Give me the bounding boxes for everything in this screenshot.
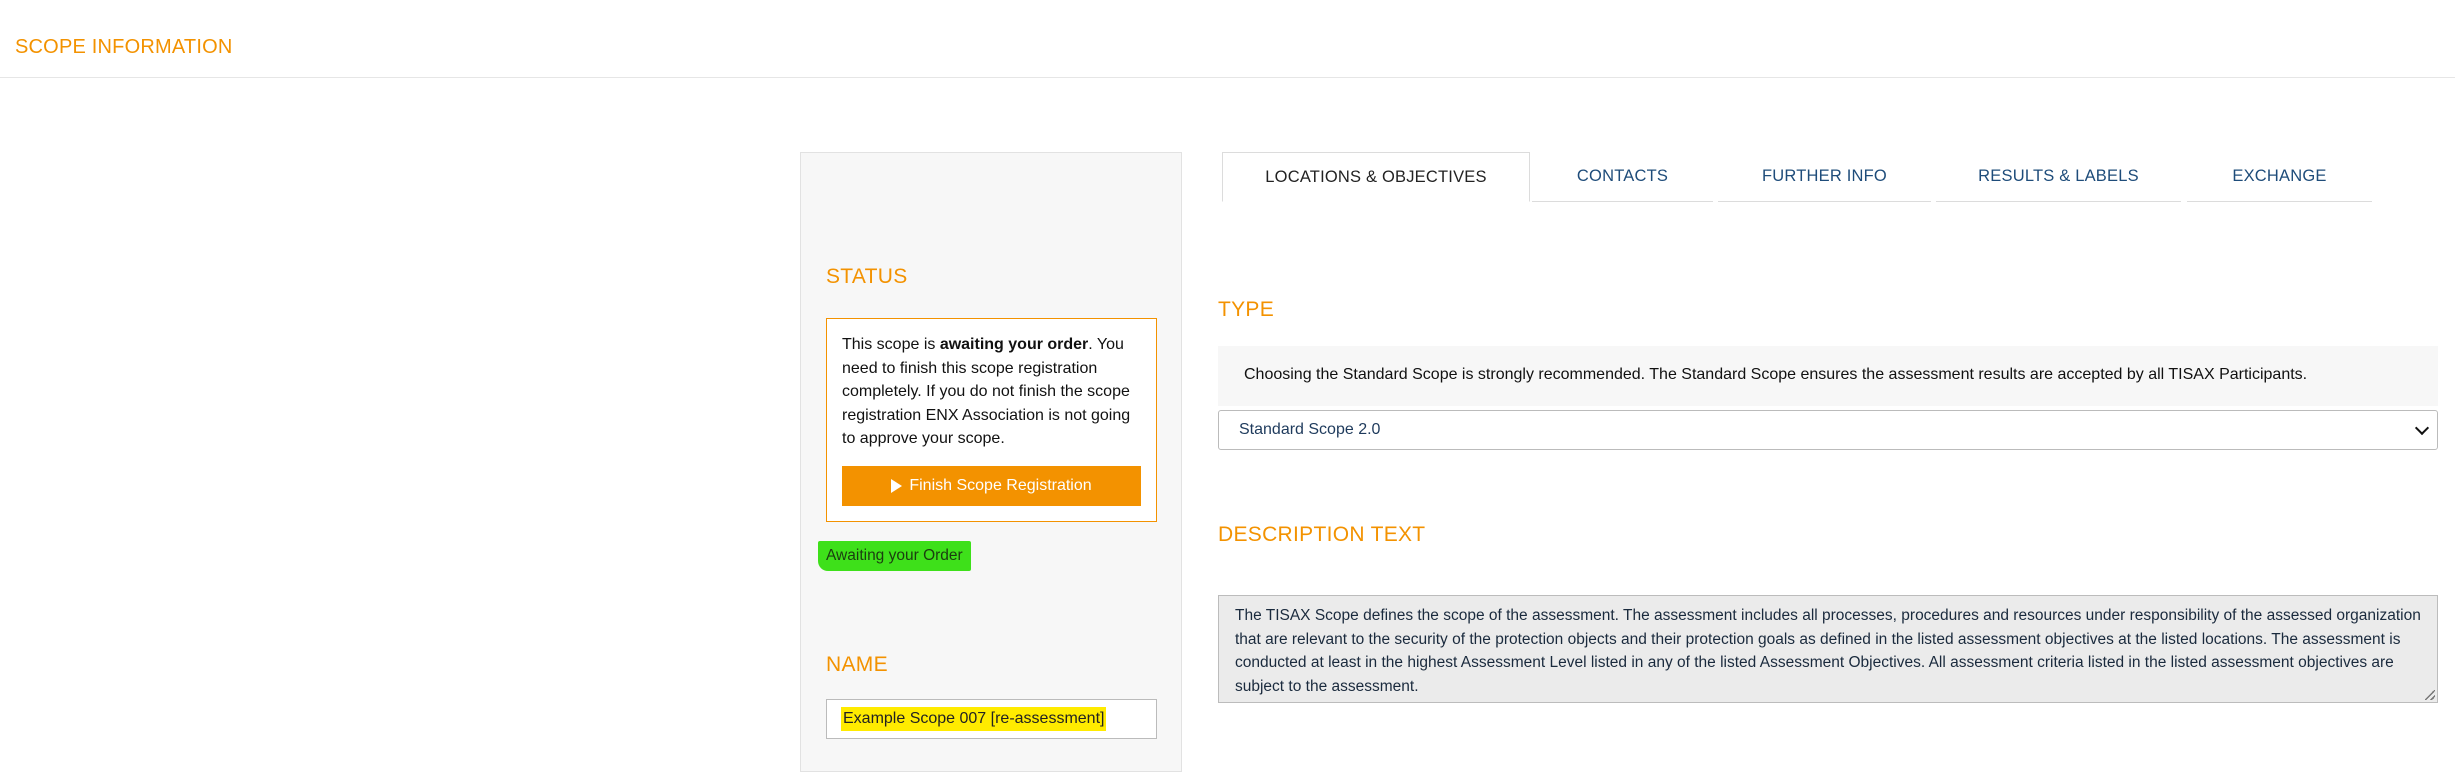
resize-grip-icon[interactable]	[2425, 690, 2435, 700]
tab-further-info[interactable]: FURTHER INFO	[1718, 152, 1931, 202]
tab-locations-objectives[interactable]: LOCATIONS & OBJECTIVES	[1222, 152, 1530, 202]
description-text: The TISAX Scope defines the scope of the…	[1235, 607, 2421, 695]
chevron-down-icon	[2414, 420, 2430, 436]
play-icon	[891, 479, 903, 493]
status-heading: STATUS	[826, 265, 908, 288]
status-text-bold: awaiting your order	[939, 336, 1089, 353]
status-text-prefix: This scope is	[842, 336, 940, 353]
description-heading: DESCRIPTION TEXT	[1218, 523, 1426, 546]
tab-results-labels[interactable]: RESULTS & LABELS	[1936, 152, 2181, 202]
type-recommendation-note: Choosing the Standard Scope is strongly …	[1218, 346, 2438, 406]
scope-name-field[interactable]: Example Scope 007 [re-assessment]	[826, 699, 1157, 739]
scope-name-value: Example Scope 007 [re-assessment]	[841, 707, 1107, 731]
status-message-box: This scope is awaiting your order. You n…	[826, 318, 1157, 522]
description-textarea[interactable]: The TISAX Scope defines the scope of the…	[1218, 595, 2438, 703]
tab-exchange[interactable]: EXCHANGE	[2187, 152, 2372, 202]
page-header: SCOPE INFORMATION	[0, 0, 2455, 78]
finish-scope-registration-button[interactable]: Finish Scope Registration	[842, 466, 1141, 506]
status-message: This scope is awaiting your order. You n…	[842, 333, 1141, 451]
page-title: SCOPE INFORMATION	[15, 36, 233, 58]
status-panel: STATUS This scope is awaiting your order…	[800, 152, 1182, 772]
scope-type-selected: Standard Scope 2.0	[1239, 421, 1381, 438]
finish-button-label: Finish Scope Registration	[909, 477, 1092, 494]
tab-bar: LOCATIONS & OBJECTIVES CONTACTS FURTHER …	[1222, 152, 2372, 202]
type-heading: TYPE	[1218, 298, 1275, 321]
status-badge: Awaiting your Order	[818, 541, 971, 571]
name-heading: NAME	[826, 653, 888, 676]
tab-contacts[interactable]: CONTACTS	[1532, 152, 1713, 202]
scope-type-select[interactable]: Standard Scope 2.0	[1218, 410, 2438, 450]
